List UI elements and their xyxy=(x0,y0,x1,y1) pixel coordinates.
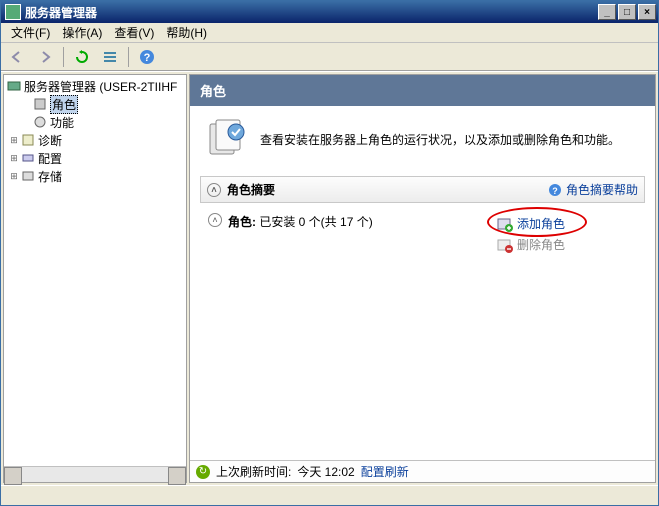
summary-help-link[interactable]: ? 角色摘要帮助 xyxy=(548,181,638,198)
storage-icon xyxy=(20,168,36,184)
summary-title: 角色摘要 xyxy=(227,181,275,198)
roles-count: 已安装 0 个(共 17 个) xyxy=(259,215,372,229)
menu-action[interactable]: 操作(A) xyxy=(56,23,108,42)
content-pane: 角色 查看安装在服务器上角色的运行状况，以及添加或删除角色和功能。 ˄ 角色摘要… xyxy=(189,74,656,483)
collapse-icon[interactable]: ˄ xyxy=(207,183,221,197)
roles-large-icon xyxy=(206,118,248,160)
roles-summary-body: ˄ 角色: 已安装 0 个(共 17 个) 添加角色 删除角色 xyxy=(200,203,645,265)
tree-node-configuration[interactable]: ⊞ 配置 xyxy=(6,149,184,167)
tree-node-roles[interactable]: 角色 xyxy=(6,95,184,113)
refresh-time: 今天 12:02 xyxy=(297,463,354,480)
maximize-button[interactable]: □ xyxy=(618,4,636,20)
roles-label: 角色: xyxy=(228,215,256,229)
features-icon xyxy=(32,114,48,130)
svg-text:?: ? xyxy=(552,186,558,196)
window-title: 服务器管理器 xyxy=(25,4,97,21)
help-button[interactable]: ? xyxy=(135,46,159,68)
roles-icon xyxy=(32,96,48,112)
tree-node-storage[interactable]: ⊞ 存储 xyxy=(6,167,184,185)
toolbar: ? xyxy=(1,43,658,71)
arrow-right-icon xyxy=(38,50,52,64)
svg-text:?: ? xyxy=(144,52,151,64)
tree-node-features[interactable]: 功能 xyxy=(6,113,184,131)
close-button[interactable]: × xyxy=(638,4,656,20)
tree-root[interactable]: 服务器管理器 (USER-2TIIHF xyxy=(6,77,184,95)
menu-bar: 文件(F) 操作(A) 查看(V) 帮助(H) xyxy=(1,23,658,43)
diagnostics-icon xyxy=(20,132,36,148)
horizontal-scrollbar[interactable] xyxy=(4,466,186,482)
arrow-left-icon xyxy=(10,50,24,64)
menu-help[interactable]: 帮助(H) xyxy=(160,23,213,42)
window-status-bar xyxy=(1,485,658,505)
refresh-icon xyxy=(75,50,89,64)
forward-button xyxy=(33,46,57,68)
roles-summary-header[interactable]: ˄ 角色摘要 ? 角色摘要帮助 xyxy=(200,176,645,203)
roles-actions: 添加角色 删除角色 xyxy=(497,213,637,255)
list-icon xyxy=(103,50,117,64)
tree-node-diagnostics[interactable]: ⊞ 诊断 xyxy=(6,131,184,149)
main-body: 服务器管理器 (USER-2TIIHF 角色 功能 ⊞ 诊断 xyxy=(1,71,658,485)
refresh-label: 上次刷新时间: xyxy=(216,463,291,480)
expand-icon[interactable]: ⊞ xyxy=(8,153,20,164)
help-icon: ? xyxy=(139,49,155,65)
content-description-row: 查看安装在服务器上角色的运行状况，以及添加或删除角色和功能。 xyxy=(190,106,655,172)
description-text: 查看安装在服务器上角色的运行状况，以及添加或删除角色和功能。 xyxy=(260,131,620,148)
server-icon xyxy=(6,78,22,94)
refresh-button[interactable] xyxy=(70,46,94,68)
title-bar[interactable]: 服务器管理器 _ □ × xyxy=(1,1,658,23)
roles-status-row: ˄ 角色: 已安装 0 个(共 17 个) xyxy=(208,213,497,255)
help-icon: ? xyxy=(548,183,562,197)
remove-roles-link: 删除角色 xyxy=(497,234,637,255)
back-button xyxy=(5,46,29,68)
navigation-tree[interactable]: 服务器管理器 (USER-2TIIHF 角色 功能 ⊞ 诊断 xyxy=(3,74,187,483)
minimize-button[interactable]: _ xyxy=(598,4,616,20)
properties-button[interactable] xyxy=(98,46,122,68)
content-status-bar: ↻ 上次刷新时间: 今天 12:02 配置刷新 xyxy=(190,460,655,482)
toolbar-separator xyxy=(128,47,129,67)
status-ok-icon: ↻ xyxy=(196,465,210,479)
configuration-icon xyxy=(20,150,36,166)
add-role-icon xyxy=(497,216,513,232)
config-refresh-link[interactable]: 配置刷新 xyxy=(361,463,409,480)
menu-file[interactable]: 文件(F) xyxy=(5,23,56,42)
collapse-icon[interactable]: ˄ xyxy=(208,213,222,227)
expand-icon[interactable]: ⊞ xyxy=(8,135,20,146)
server-manager-window: 服务器管理器 _ □ × 文件(F) 操作(A) 查看(V) 帮助(H) ? 服… xyxy=(0,0,659,506)
toolbar-separator xyxy=(63,47,64,67)
app-icon xyxy=(5,4,21,20)
content-spacer xyxy=(190,275,655,460)
add-roles-link[interactable]: 添加角色 xyxy=(497,213,637,234)
expand-icon[interactable]: ⊞ xyxy=(8,171,20,182)
content-header: 角色 xyxy=(190,75,655,106)
menu-view[interactable]: 查看(V) xyxy=(108,23,160,42)
remove-role-icon xyxy=(497,237,513,253)
